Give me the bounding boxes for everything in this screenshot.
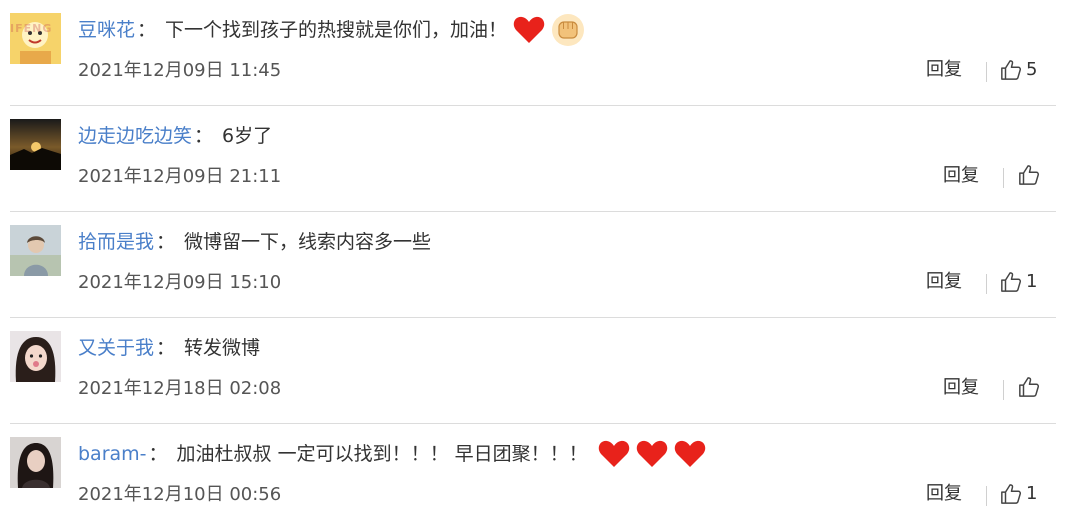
thumbs-up-icon [1001,484,1022,504]
like-button[interactable]: 5 [1000,58,1037,82]
comment-username[interactable]: 豆咪花 [78,12,135,48]
comment-text: 转发微博 [184,337,261,359]
action-divider [986,274,987,294]
like-count: 1 [1026,271,1038,292]
girl-avatar-icon [10,331,61,382]
fist-emoji-icon [551,13,585,47]
user-avatar[interactable] [10,119,61,170]
reply-button[interactable]: 回复 [926,56,962,84]
comment-item: 拾而是我 ： 微博留一下，线索内容多一些 2021年12月09日 15:10 回… [0,212,1080,318]
comment-line: 拾而是我 ： 微博留一下，线索内容多一些 [78,224,431,260]
heart-emoji-icon [598,440,630,468]
like-count: 5 [1026,59,1038,80]
user-avatar[interactable] [10,225,61,276]
separator: ： [148,443,168,465]
reply-button[interactable]: 回复 [943,374,979,402]
comment-text: 6岁了 [222,125,273,147]
sunset-avatar-icon [10,119,61,170]
thumbs-up-icon [1001,272,1022,292]
comment-timestamp: 2021年12月09日 11:45 [78,60,282,81]
action-divider [986,486,987,506]
heart-emoji-icon [674,440,706,468]
separator: ： [137,19,157,41]
woman-avatar-icon [10,437,61,488]
separator: ： [156,231,176,253]
like-button[interactable] [1018,164,1040,186]
action-divider [986,62,987,82]
comment-item: 边走边吃边笑 ： 6岁了 2021年12月09日 21:11 回复 [0,106,1080,212]
comment-username[interactable]: 又关于我 [78,330,154,366]
like-button[interactable]: 1 [1000,270,1037,294]
comment-line: 豆咪花 ： 下一个找到孩子的热搜就是你们，加油！ [78,12,585,48]
comment-timestamp: 2021年12月09日 15:10 [78,272,282,293]
comment-username[interactable]: 拾而是我 [78,224,154,260]
comment-item: 豆咪花 ： 下一个找到孩子的热搜就是你们，加油！ 2021年12月09日 11:… [0,0,1080,106]
comment-username[interactable]: baram- [78,436,147,472]
thumbs-up-icon [1019,165,1040,185]
action-divider [1003,380,1004,400]
comment-line: 边走边吃边笑 ： 6岁了 [78,118,272,154]
comment-line: baram- ： 加油杜叔叔 一定可以找到！！！ 早日团聚！！！ [78,436,706,472]
comment-timestamp: 2021年12月18日 02:08 [78,378,282,399]
user-avatar[interactable] [10,13,61,64]
comment-item: 又关于我 ： 转发微博 2021年12月18日 02:08 回复 [0,318,1080,424]
comment-line: 又关于我 ： 转发微博 [78,330,260,366]
like-count: 1 [1026,483,1038,504]
reply-button[interactable]: 回复 [926,268,962,296]
comment-text: 下一个找到孩子的热搜就是你们，加油！ [165,19,508,41]
comment-text: 加油杜叔叔 一定可以找到！！！ 早日团聚！！！ [176,443,588,465]
heart-emoji-icon [513,16,545,44]
reply-button[interactable]: 回复 [943,162,979,190]
like-button[interactable] [1018,376,1040,398]
separator: ： [156,337,176,359]
user-avatar[interactable] [10,331,61,382]
comment-timestamp: 2021年12月09日 21:11 [78,166,282,187]
watermark-logo: IFENG [10,22,53,35]
comment-item: baram- ： 加油杜叔叔 一定可以找到！！！ 早日团聚！！！ 2021年12… [0,424,1080,527]
action-divider [1003,168,1004,188]
heart-emoji-icon [636,440,668,468]
user-avatar[interactable] [10,437,61,488]
comment-username[interactable]: 边走边吃边笑 [78,118,192,154]
comment-timestamp: 2021年12月10日 00:56 [78,484,282,505]
like-button[interactable]: 1 [1000,482,1037,506]
comment-text: 微博留一下，线索内容多一些 [184,231,432,253]
thumbs-up-icon [1001,60,1022,80]
reply-button[interactable]: 回复 [926,480,962,508]
cartoon-avatar-icon [10,13,61,64]
separator: ： [194,125,214,147]
thumbs-up-icon [1019,377,1040,397]
photo-avatar-icon [10,225,61,276]
